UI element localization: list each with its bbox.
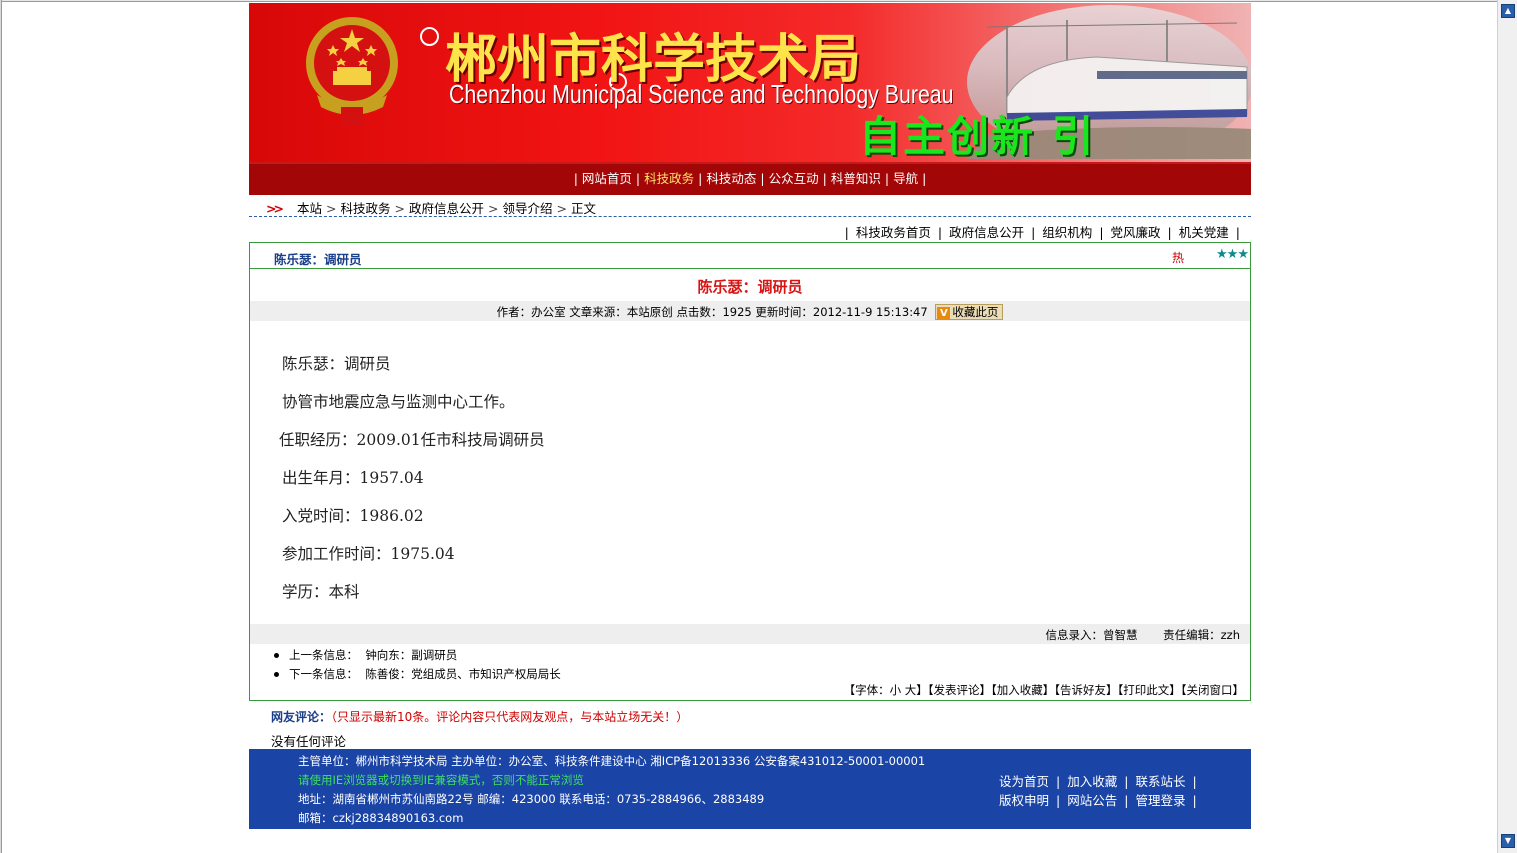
article-updated: 2012-11-9 15:13:47 — [812, 305, 928, 319]
double-chevron-icon: >> — [266, 201, 284, 216]
banner-slogan: 自主创新 引 — [859, 112, 1096, 161]
contact-admin-link[interactable]: 联系站长 — [1135, 774, 1185, 789]
comments-label: 网友评论： — [271, 710, 332, 724]
nav-item-gov[interactable]: 科技政务 — [644, 171, 694, 186]
subnav-info-open[interactable]: 政府信息公开 — [949, 225, 1024, 240]
body-line: 学历：本科 — [282, 583, 360, 601]
site-footer: 主管单位：郴州市科学技术局 主办单位：办公室、科技条件建设中心 湘ICP备120… — [249, 749, 1251, 829]
editor: zzh — [1220, 628, 1240, 642]
add-bookmark-link[interactable]: 加入收藏 — [1067, 774, 1117, 789]
window-left-border — [0, 0, 2, 853]
breadcrumb-info[interactable]: 政府信息公开 — [409, 201, 484, 216]
article-title: 陈乐瑟：调研员 — [697, 278, 803, 296]
admin-login-link[interactable]: 管理登录 — [1135, 793, 1185, 808]
main-nav: | 网站首页 | 科技政务 | 科技动态 | 公众互动 | 科普知识 | 导航 | — [249, 162, 1251, 195]
comments-empty: 没有任何评论 — [271, 734, 347, 749]
hot-badge: 热 — [1172, 251, 1185, 265]
page-container: 郴州市科学技术局 Chenzhou Municipal Science and … — [249, 3, 1251, 829]
article-meta: 作者：办公室 文章来源：本站原创 点击数：1925 更新时间：2012-11-9… — [250, 301, 1250, 321]
comments-header: 网友评论：（只显示最新10条。评论内容只代表网友观点，与本站立场无关！） — [249, 701, 1251, 724]
article-header-title: 陈乐瑟：调研员 — [274, 252, 362, 267]
article-clicks: 1925 — [722, 305, 752, 319]
footer-address: 地址：湖南省郴州市苏仙南路22号 邮编：423000 联系电话：0735-288… — [298, 792, 765, 806]
post-comment-link[interactable]: 【发表评论】 — [928, 683, 991, 697]
nav-item-interact[interactable]: 公众互动 — [769, 171, 819, 186]
copyright-link[interactable]: 版权申明 — [999, 793, 1049, 808]
prev-article-link[interactable]: 钟向东：副调研员 — [365, 648, 457, 662]
font-large-link[interactable]: 大 — [905, 683, 917, 697]
subnav-gov-home[interactable]: 科技政务首页 — [856, 225, 931, 240]
body-line: 陈乐瑟：调研员 — [282, 355, 391, 373]
bullet-icon — [274, 653, 279, 658]
breadcrumb: >> 本站 > 科技政务 > 政府信息公开 > 领导介绍 > 正文 — [249, 195, 1251, 217]
body-line: 出生年月：1957.04 — [282, 469, 424, 487]
set-homepage-link[interactable]: 设为首页 — [999, 774, 1049, 789]
scroll-down-icon[interactable]: ▼ — [1501, 834, 1515, 848]
body-line: 参加工作时间：1975.04 — [282, 545, 455, 563]
window-top-border — [0, 0, 1517, 2]
add-favorite-link[interactable]: 【加入收藏】 — [991, 683, 1054, 697]
article-author: 办公室 — [531, 305, 566, 319]
body-line: 入党时间：1986.02 — [282, 507, 424, 525]
comments-note: （只显示最新10条。评论内容只代表网友观点，与本站立场无关！） — [331, 710, 689, 724]
national-emblem-icon — [306, 17, 398, 125]
footer-browser-warning: 请使用IE浏览器或切换到IE兼容模式，否则不能正常浏览 — [298, 773, 584, 787]
next-article-link[interactable]: 陈善俊：党组成员、市知识产权局局长 — [365, 667, 561, 681]
scroll-up-icon[interactable]: ▲ — [1501, 4, 1515, 18]
nav-item-news[interactable]: 科技动态 — [706, 171, 756, 186]
breadcrumb-gov[interactable]: 科技政务 — [340, 201, 390, 216]
breadcrumb-home[interactable]: 本站 — [297, 201, 322, 216]
breadcrumb-leaders[interactable]: 领导介绍 — [502, 201, 552, 216]
vertical-scrollbar[interactable]: ▲ ▼ — [1497, 0, 1517, 853]
article-body: 陈乐瑟：调研员 协管市地震应急与监测中心工作。 任职经历：2009.01任市科技… — [250, 321, 1250, 624]
rating-stars-icon: ★★★ — [1216, 247, 1249, 262]
nav-item-science[interactable]: 科普知识 — [831, 171, 881, 186]
subnav-party[interactable]: 机关党建 — [1179, 225, 1229, 240]
bookmark-icon: V — [937, 307, 951, 320]
nav-item-home[interactable]: 网站首页 — [582, 171, 632, 186]
site-notice-link[interactable]: 网站公告 — [1067, 793, 1117, 808]
subnav-org[interactable]: 组织机构 — [1042, 225, 1092, 240]
footer-email: 邮箱：czkj28834890163.com — [298, 811, 464, 825]
sub-nav: | 科技政务首页 | 政府信息公开 | 组织机构 | 党风廉政 | 机关党建 | — [844, 225, 1240, 240]
site-banner: 郴州市科学技术局 Chenzhou Municipal Science and … — [249, 3, 1251, 162]
subnav-integrity[interactable]: 党风廉政 — [1111, 225, 1161, 240]
article-header: 陈乐瑟：调研员 热 ★★★ — [250, 243, 1250, 269]
close-window-link[interactable]: 【关闭窗口】 — [1181, 683, 1244, 697]
article-tools: 【字体：小 大】【发表评论】【加入收藏】【告诉好友】【打印此文】【关闭窗口】 — [843, 683, 1244, 697]
footer-links-row1: 设为首页 | 加入收藏 | 联系站长 | — [999, 774, 1197, 789]
article-source: 本站原创 — [626, 305, 673, 319]
body-line: 协管市地震应急与监测中心工作。 — [282, 393, 515, 411]
footer-org-line: 主管单位：郴州市科学技术局 主办单位：办公室、科技条件建设中心 湘ICP备120… — [298, 754, 926, 768]
bookmark-page-button[interactable]: V 收藏此页 — [935, 304, 1004, 320]
nav-item-guide[interactable]: 导航 — [893, 171, 918, 186]
article-box: 陈乐瑟：调研员 热 ★★★ 陈乐瑟：调研员 作者：办公室 文章来源：本站原创 点… — [249, 242, 1251, 701]
font-small-link[interactable]: 小 — [890, 683, 902, 697]
breadcrumb-current: 正文 — [570, 201, 596, 216]
decor-bubble — [420, 27, 439, 46]
entry-by: 曾智慧 — [1102, 628, 1138, 642]
footer-links-row2: 版权申明 | 网站公告 | 管理登录 | — [999, 793, 1197, 808]
prev-next-list: 上一条信息： 钟向东：副调研员 下一条信息： 陈善俊：党组成员、市知识产权局局长 — [250, 644, 1250, 682]
print-link[interactable]: 【打印此文】 — [1118, 683, 1181, 697]
tell-friend-link[interactable]: 【告诉好友】 — [1054, 683, 1117, 697]
bullet-icon — [274, 672, 279, 677]
body-line: 任职经历：2009.01任市科技局调研员 — [279, 431, 545, 449]
article-credits: 信息录入：曾智慧 责任编辑：zzh — [250, 624, 1250, 644]
list-item: 上一条信息： 钟向东：副调研员 — [274, 646, 1250, 665]
